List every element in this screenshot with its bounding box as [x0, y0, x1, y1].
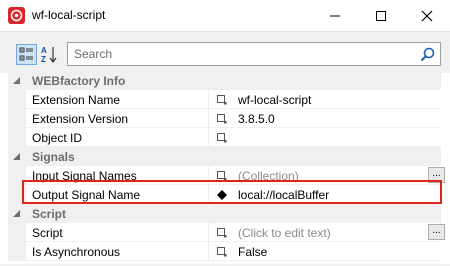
category-label: Signals	[32, 150, 75, 164]
property-toolbar: A Z Search	[0, 31, 450, 73]
binding-box-icon[interactable]	[217, 247, 227, 257]
property-row-script[interactable]: Script (Click to edit text) ...	[8, 223, 445, 242]
maximize-button[interactable]	[358, 0, 404, 31]
category-label: Script	[32, 207, 67, 221]
categorized-view-button[interactable]	[16, 44, 37, 65]
property-value[interactable]: wf-local-script	[238, 93, 311, 107]
property-value[interactable]: local://localBuffer	[238, 188, 329, 202]
window-title: wf-local-script	[32, 8, 106, 22]
collapse-triangle-icon	[13, 153, 20, 160]
binding-box-icon[interactable]	[217, 95, 227, 105]
property-row-is-asynchronous[interactable]: Is Asynchronous False	[8, 242, 441, 261]
property-name: Output Signal Name	[32, 188, 141, 202]
category-label: WEBfactory Info	[32, 74, 126, 88]
binding-box-icon[interactable]	[217, 171, 227, 181]
ellipsis-button[interactable]: ...	[428, 167, 445, 183]
property-name: Extension Version	[32, 112, 129, 126]
app-icon	[8, 7, 25, 24]
svg-text:A: A	[41, 46, 47, 55]
maximize-icon	[376, 11, 386, 21]
property-value[interactable]: 3.8.5.0	[238, 112, 275, 126]
search-icon[interactable]	[420, 47, 435, 62]
category-script[interactable]: Script	[8, 204, 441, 223]
alphabetical-view-button[interactable]: A Z	[39, 44, 60, 65]
property-row-extension-name[interactable]: Extension Name wf-local-script	[8, 90, 441, 109]
binding-box-icon[interactable]	[217, 114, 227, 124]
binding-box-icon[interactable]	[217, 228, 227, 238]
bound-diamond-icon[interactable]	[217, 190, 227, 200]
property-name: Input Signal Names	[32, 169, 137, 183]
title-bar: wf-local-script	[0, 0, 450, 31]
minimize-icon	[330, 15, 340, 17]
search-input[interactable]: Search	[67, 42, 441, 66]
property-grid: WEBfactory Info Extension Name wf-local-…	[8, 71, 445, 266]
categorized-icon	[19, 47, 33, 61]
property-row-extension-version[interactable]: Extension Version 3.8.5.0	[8, 109, 441, 128]
close-icon	[421, 10, 433, 22]
property-value[interactable]: (Collection)	[238, 169, 299, 183]
binding-box-icon[interactable]	[217, 133, 227, 143]
category-webfactory-info[interactable]: WEBfactory Info	[8, 71, 441, 90]
property-name: Script	[32, 226, 63, 240]
property-name: Extension Name	[32, 93, 121, 107]
collapse-toggle[interactable]	[8, 204, 26, 223]
collapse-toggle[interactable]	[8, 147, 26, 166]
property-row-input-signal-names[interactable]: Input Signal Names (Collection) ...	[8, 166, 445, 185]
ellipsis-button[interactable]: ...	[428, 224, 445, 240]
minimize-button[interactable]	[312, 0, 358, 31]
category-signals[interactable]: Signals	[8, 147, 441, 166]
property-value[interactable]: (Click to edit text)	[238, 226, 331, 240]
close-button[interactable]	[404, 0, 450, 31]
collapse-toggle[interactable]	[8, 71, 26, 90]
collapse-triangle-icon	[13, 77, 20, 84]
collapse-triangle-icon	[13, 210, 20, 217]
property-name: Is Asynchronous	[32, 245, 121, 259]
property-row-output-signal-name[interactable]: Output Signal Name local://localBuffer	[8, 185, 441, 204]
property-value[interactable]: False	[238, 245, 267, 259]
svg-text:Z: Z	[41, 55, 46, 64]
property-row-object-id[interactable]: Object ID	[8, 128, 441, 147]
alphabetical-icon: A Z	[41, 46, 57, 64]
search-placeholder: Search	[74, 47, 113, 61]
property-name: Object ID	[32, 131, 83, 145]
